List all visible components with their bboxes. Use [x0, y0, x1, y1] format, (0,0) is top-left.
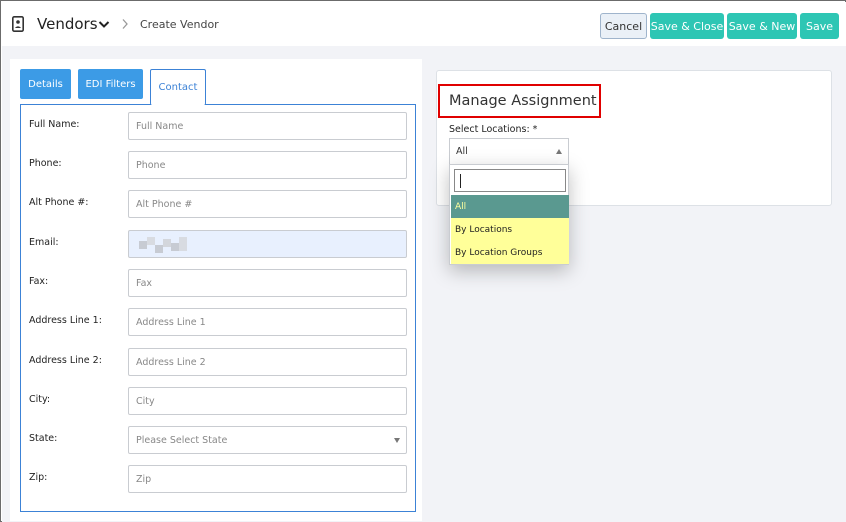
alt-phone-label: Alt Phone #: — [29, 197, 89, 208]
content-area: Details EDI Filters Contact Full Name: F… — [2, 46, 846, 522]
full-name-label: Full Name: — [29, 119, 80, 130]
alt-phone-input[interactable]: Alt Phone # — [128, 190, 407, 218]
full-name-row: Full Name: Full Name — [21, 112, 417, 140]
fax-label: Fax: — [29, 276, 49, 287]
state-select[interactable]: Please Select State — [128, 426, 407, 454]
phone-input[interactable]: Phone — [128, 151, 407, 179]
email-label: Email: — [29, 237, 59, 248]
save-new-button[interactable]: Save & New — [727, 13, 797, 39]
tab-details[interactable]: Details — [20, 69, 71, 99]
option-all[interactable]: All — [451, 195, 569, 218]
email-row: Email: — [21, 230, 417, 258]
breadcrumb: Create Vendor — [140, 18, 219, 31]
address1-input[interactable]: Address Line 1 — [128, 308, 407, 336]
city-row: City: City — [21, 387, 417, 415]
app-window: Vendors Create Vendor Cancel Save & Clos… — [0, 0, 846, 522]
dropdown-search-input[interactable] — [454, 169, 566, 192]
caret-up-icon — [556, 149, 562, 154]
alt-phone-row: Alt Phone #: Alt Phone # — [21, 190, 417, 218]
zip-label: Zip: — [29, 472, 48, 483]
zip-row: Zip: Zip — [21, 465, 417, 493]
address2-label: Address Line 2: — [29, 355, 102, 366]
address1-label: Address Line 1: — [29, 315, 102, 326]
address2-row: Address Line 2: Address Line 2 — [21, 348, 417, 376]
address2-input[interactable]: Address Line 2 — [128, 348, 407, 376]
option-by-locations[interactable]: By Locations — [451, 218, 569, 241]
city-input[interactable]: City — [128, 387, 407, 415]
chevron-down-icon[interactable] — [98, 20, 110, 29]
phone-row: Phone: Phone — [21, 151, 417, 179]
phone-label: Phone: — [29, 158, 62, 169]
state-row: State: Please Select State — [21, 426, 417, 454]
tab-contact[interactable]: Contact — [150, 69, 206, 105]
state-label: State: — [29, 433, 58, 444]
locations-select[interactable]: All — [449, 138, 569, 165]
cancel-button[interactable]: Cancel — [600, 13, 647, 39]
contact-card-icon — [12, 16, 24, 32]
fax-row: Fax: Fax — [21, 269, 417, 297]
city-label: City: — [29, 394, 51, 405]
chevron-right-icon — [122, 19, 128, 29]
vendor-form-card: Details EDI Filters Contact Full Name: F… — [10, 59, 422, 521]
manage-assignment-title: Manage Assignment — [438, 84, 601, 118]
tab-edi-filters[interactable]: EDI Filters — [78, 69, 143, 99]
caret-down-icon — [394, 438, 400, 443]
locations-select-value: All — [456, 146, 468, 157]
text-cursor — [460, 174, 461, 188]
page-title: Vendors — [37, 15, 98, 33]
address1-row: Address Line 1: Address Line 1 — [21, 308, 417, 336]
state-select-value: Please Select State — [136, 434, 228, 446]
full-name-input[interactable]: Full Name — [128, 112, 407, 140]
select-locations-label: Select Locations: * — [449, 124, 538, 135]
save-button[interactable]: Save — [800, 13, 839, 39]
page-header: Vendors Create Vendor Cancel Save & Clos… — [2, 2, 846, 46]
email-input[interactable] — [128, 230, 407, 258]
fax-input[interactable]: Fax — [128, 269, 407, 297]
redacted-email — [139, 237, 187, 253]
locations-dropdown: All By Locations By Location Groups — [449, 164, 569, 265]
zip-input[interactable]: Zip — [128, 465, 407, 493]
contact-form: Full Name: Full Name Phone: Phone Alt Ph… — [20, 104, 416, 512]
save-close-button[interactable]: Save & Close — [650, 13, 724, 39]
option-by-location-groups[interactable]: By Location Groups — [451, 241, 569, 264]
